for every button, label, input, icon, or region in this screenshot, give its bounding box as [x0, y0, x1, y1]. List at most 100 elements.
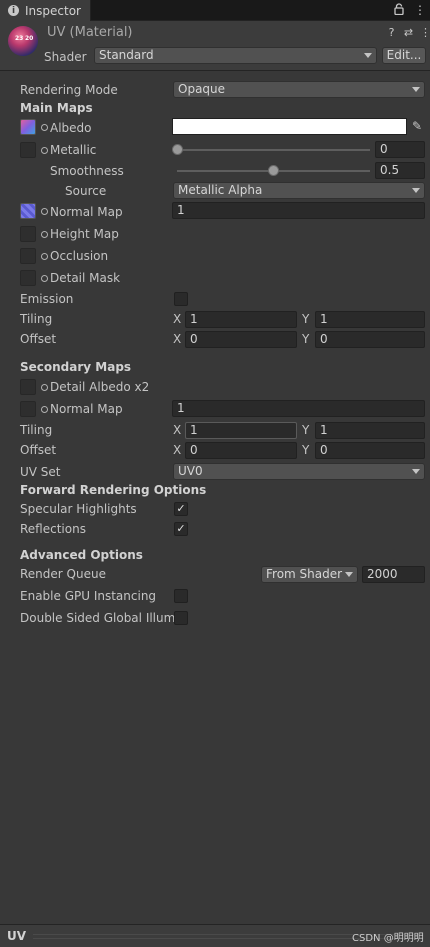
- kebab-menu-icon[interactable]: ⋮: [420, 26, 430, 39]
- secondary-normal-map-picker-icon[interactable]: [41, 406, 48, 413]
- secondary-offset-y-label: Y: [302, 443, 310, 457]
- specular-highlights-label: Specular Highlights: [20, 502, 137, 516]
- shader-dropdown[interactable]: Standard: [94, 47, 377, 64]
- rendering-mode-label: Rendering Mode: [20, 83, 118, 97]
- watermark: CSDN @明明明: [352, 933, 424, 944]
- detail-albedo-texture-slot[interactable]: [20, 379, 36, 395]
- secondary-maps-heading: Secondary Maps: [20, 360, 132, 374]
- secondary-offset-x-label: X: [173, 443, 182, 457]
- albedo-picker-icon[interactable]: [41, 124, 48, 131]
- material-header: 23 20 UV (Material) ? ⇄ ⋮ Shader Standar…: [0, 21, 430, 71]
- metallic-value-field[interactable]: 0: [375, 141, 425, 158]
- metallic-picker-icon[interactable]: [41, 147, 48, 154]
- emission-label: Emission: [20, 292, 74, 306]
- albedo-label: Albedo: [50, 121, 92, 135]
- detail-albedo-label: Detail Albedo x2: [50, 380, 150, 394]
- albedo-texture-slot[interactable]: [20, 119, 36, 135]
- albedo-color-field[interactable]: [172, 118, 407, 135]
- tab-menu-icon[interactable]: ⋮: [414, 3, 426, 17]
- smoothness-label: Smoothness: [50, 164, 124, 178]
- render-queue-label: Render Queue: [20, 567, 106, 581]
- tiling-x-label: X: [173, 312, 182, 326]
- secondary-tiling-x-label: X: [173, 423, 182, 437]
- secondary-offset-label: Offset: [20, 443, 57, 457]
- occlusion-texture-slot[interactable]: [20, 248, 36, 264]
- eyedropper-icon[interactable]: ✎: [408, 118, 426, 135]
- chevron-down-icon: [412, 469, 420, 474]
- window-tab-bar: i Inspector ⋮: [0, 0, 430, 21]
- offset-y-label: Y: [302, 332, 310, 346]
- secondary-normal-map-scale-field[interactable]: 1: [172, 400, 425, 417]
- material-preview-icon: 23 20: [8, 26, 38, 56]
- tab-title: Inspector: [25, 3, 81, 18]
- detail-mask-texture-slot[interactable]: [20, 270, 36, 286]
- advanced-options-heading: Advanced Options: [20, 548, 143, 562]
- chevron-down-icon: [345, 572, 353, 577]
- double-sided-gi-checkbox[interactable]: [174, 611, 188, 625]
- detail-mask-picker-icon[interactable]: [41, 275, 48, 282]
- preview-bar[interactable]: UV CSDN @明明明: [0, 924, 430, 947]
- tiling-label: Tiling: [20, 312, 53, 326]
- height-map-picker-icon[interactable]: [41, 231, 48, 238]
- tiling-x-field[interactable]: 1: [185, 311, 297, 328]
- gpu-instancing-label: Enable GPU Instancing: [20, 589, 157, 603]
- secondary-tiling-x-field[interactable]: 1: [185, 422, 297, 439]
- chevron-down-icon: [412, 188, 420, 193]
- normal-map-texture-slot[interactable]: [20, 203, 36, 219]
- specular-highlights-checkbox[interactable]: ✓: [174, 502, 188, 516]
- uv-set-label: UV Set: [20, 465, 61, 479]
- secondary-normal-map-texture-slot[interactable]: [20, 401, 36, 417]
- uv-set-dropdown[interactable]: UV0: [173, 463, 425, 480]
- reflections-label: Reflections: [20, 522, 86, 536]
- detail-albedo-picker-icon[interactable]: [41, 384, 48, 391]
- secondary-tiling-label: Tiling: [20, 423, 53, 437]
- chevron-down-icon: [412, 87, 420, 92]
- render-queue-value-field[interactable]: 2000: [362, 566, 425, 583]
- normal-map-picker-icon[interactable]: [41, 208, 48, 215]
- secondary-tiling-y-label: Y: [302, 423, 310, 437]
- chevron-down-icon: [364, 53, 372, 58]
- material-title: UV (Material): [47, 25, 133, 40]
- source-dropdown[interactable]: Metallic Alpha: [173, 182, 425, 199]
- reflections-checkbox[interactable]: ✓: [174, 522, 188, 536]
- smoothness-value-field[interactable]: 0.5: [375, 162, 425, 179]
- tiling-y-label: Y: [302, 312, 310, 326]
- main-maps-heading: Main Maps: [20, 101, 93, 115]
- offset-x-field[interactable]: 0: [185, 331, 297, 348]
- smoothness-slider-handle[interactable]: [268, 165, 279, 176]
- rendering-mode-dropdown[interactable]: Opaque: [173, 81, 425, 98]
- render-queue-dropdown[interactable]: From Shader: [261, 566, 358, 583]
- normal-map-scale-field[interactable]: 1: [172, 202, 425, 219]
- height-map-label: Height Map: [50, 227, 119, 241]
- secondary-offset-x-field[interactable]: 0: [185, 442, 297, 459]
- preview-title: UV: [7, 929, 27, 943]
- metallic-texture-slot[interactable]: [20, 142, 36, 158]
- edit-shader-button[interactable]: Edit...: [382, 47, 426, 64]
- source-label: Source: [65, 184, 107, 198]
- metallic-label: Metallic: [50, 143, 97, 157]
- help-icon[interactable]: ?: [386, 26, 397, 39]
- tab-inspector[interactable]: i Inspector: [0, 0, 91, 21]
- lock-icon[interactable]: [394, 3, 404, 15]
- normal-map-label: Normal Map: [50, 205, 123, 219]
- secondary-offset-y-field[interactable]: 0: [315, 442, 425, 459]
- detail-mask-label: Detail Mask: [50, 271, 121, 285]
- height-map-texture-slot[interactable]: [20, 226, 36, 242]
- metallic-slider-track[interactable]: [177, 149, 370, 151]
- shader-label: Shader: [44, 50, 87, 64]
- forward-rendering-heading: Forward Rendering Options: [20, 483, 207, 497]
- info-icon: i: [8, 5, 19, 16]
- secondary-tiling-y-field[interactable]: 1: [315, 422, 425, 439]
- metallic-slider-handle[interactable]: [172, 144, 183, 155]
- occlusion-picker-icon[interactable]: [41, 253, 48, 260]
- secondary-normal-map-label: Normal Map: [50, 402, 123, 416]
- offset-y-field[interactable]: 0: [315, 331, 425, 348]
- emission-checkbox[interactable]: [174, 292, 188, 306]
- preset-icon[interactable]: ⇄: [403, 26, 414, 39]
- tiling-y-field[interactable]: 1: [315, 311, 425, 328]
- occlusion-label: Occlusion: [50, 249, 109, 263]
- offset-x-label: X: [173, 332, 182, 346]
- double-sided-gi-label: Double Sided Global Illumin: [20, 611, 187, 625]
- offset-label: Offset: [20, 332, 57, 346]
- gpu-instancing-checkbox[interactable]: [174, 589, 188, 603]
